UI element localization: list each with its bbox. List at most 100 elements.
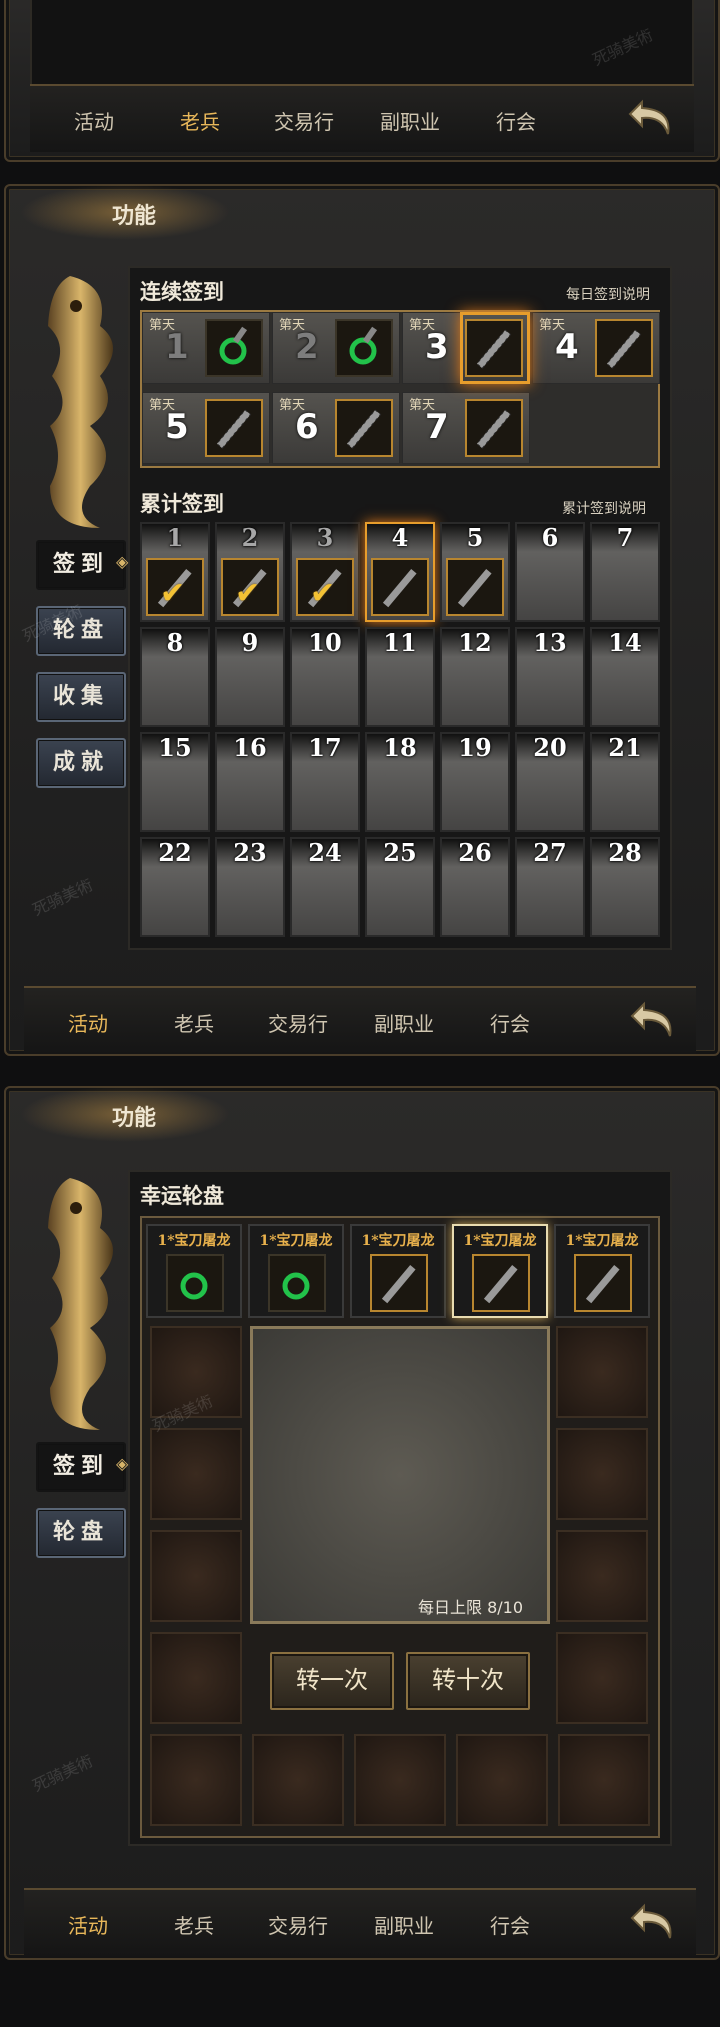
cumulative-day-cell[interactable]: 28 <box>590 837 660 937</box>
prize-label: 1*宝刀屠龙 <box>157 1233 231 1249</box>
day-number: 26 <box>442 839 508 867</box>
day-number: 18 <box>367 734 433 762</box>
tab-trading[interactable]: 交易行 <box>268 1910 328 1939</box>
cumulative-day-cell[interactable]: 15 <box>140 732 210 832</box>
streak-day-cell[interactable]: 第天 1 <box>142 312 270 384</box>
day-number: 14 <box>592 629 658 657</box>
streak-day-number: 2 <box>295 327 319 367</box>
streak-help-link[interactable]: 每日签到说明 <box>566 284 650 304</box>
tab-guild[interactable]: 行会 <box>496 106 536 135</box>
tab-guild[interactable]: 行会 <box>490 1008 530 1037</box>
cumulative-day-cell[interactable]: 8 <box>140 627 210 727</box>
streak-day-cell[interactable]: 第天 2 <box>272 312 400 384</box>
cumulative-day-cell[interactable]: 9 <box>215 627 285 727</box>
back-arrow-icon[interactable] <box>628 96 676 140</box>
side-button-collect[interactable]: 收集 <box>36 672 126 722</box>
prize-label: 1*宝刀屠龙 <box>361 1233 435 1249</box>
cumulative-day-cell[interactable]: 6 <box>515 522 585 622</box>
tab-trading[interactable]: 交易行 <box>268 1008 328 1037</box>
streak-day-number: 1 <box>165 327 189 367</box>
cumulative-day-cell[interactable]: 12 <box>440 627 510 727</box>
cumulative-day-cell[interactable]: 27 <box>515 837 585 937</box>
wheel-prize-slot: 1*宝刀屠龙 <box>452 1224 548 1318</box>
wheel-slot <box>456 1734 548 1826</box>
sword-icon <box>595 319 653 377</box>
streak-day-cell[interactable]: 第天 7 <box>402 392 530 464</box>
side-button-signin[interactable]: 签到 <box>36 540 126 590</box>
tab-activity[interactable]: 活动 <box>68 1008 108 1037</box>
day-number: 6 <box>517 524 583 552</box>
sword-icon <box>465 399 523 457</box>
wheel-slot <box>150 1632 242 1724</box>
cumulative-day-cell[interactable]: 26 <box>440 837 510 937</box>
cumulative-day-cell[interactable]: 1 ✔ <box>140 522 210 622</box>
day-number: 10 <box>292 629 358 657</box>
day-number: 4 <box>367 524 433 552</box>
back-arrow-icon[interactable] <box>630 1900 678 1944</box>
streak-day-number: 3 <box>425 327 449 367</box>
checkmark-icon: ✔ <box>160 576 186 611</box>
cumulative-day-cell[interactable]: 7 <box>590 522 660 622</box>
cumulative-day-cell[interactable]: 21 <box>590 732 660 832</box>
cumulative-day-cell[interactable]: 5 <box>440 522 510 622</box>
cumulative-day-cell[interactable]: 13 <box>515 627 585 727</box>
dragon-ornament-icon <box>48 276 113 528</box>
bottom-tab-bar: 活动 老兵 交易行 副职业 行会 <box>30 84 694 152</box>
day-number: 7 <box>592 524 658 552</box>
side-button-achievement[interactable]: 成就 <box>36 738 126 788</box>
cumulative-day-cell[interactable]: 19 <box>440 732 510 832</box>
cumulative-day-cell[interactable]: 4 <box>365 522 435 622</box>
cumulative-day-cell[interactable]: 24 <box>290 837 360 937</box>
streak-day-cell[interactable]: 第天 6 <box>272 392 400 464</box>
prize-label: 1*宝刀屠龙 <box>259 1233 333 1249</box>
wheel-center-panel <box>250 1326 550 1624</box>
cumulative-day-cell[interactable]: 17 <box>290 732 360 832</box>
cumulative-day-cell[interactable]: 23 <box>215 837 285 937</box>
day-number: 2 <box>217 524 283 552</box>
tab-veteran[interactable]: 老兵 <box>174 1910 214 1939</box>
sword-icon <box>205 399 263 457</box>
jade-ring-icon <box>268 1254 326 1312</box>
cumulative-day-cell[interactable]: 11 <box>365 627 435 727</box>
wheel-slot <box>252 1734 344 1826</box>
wheel-slot <box>354 1734 446 1826</box>
panel-title: 功能 <box>112 1106 157 1131</box>
wheel-slot <box>556 1428 648 1520</box>
cumulative-day-cell[interactable]: 20 <box>515 732 585 832</box>
tab-trading[interactable]: 交易行 <box>274 106 334 135</box>
spin-once-button[interactable]: 转一次 <box>270 1652 394 1710</box>
cumulative-day-cell[interactable]: 3 ✔ <box>290 522 360 622</box>
tab-profession[interactable]: 副职业 <box>380 106 440 135</box>
wheel-prize-slot: 1*宝刀屠龙 <box>554 1224 650 1318</box>
wheel-slot <box>558 1734 650 1826</box>
cumulative-day-cell[interactable]: 18 <box>365 732 435 832</box>
tab-veteran[interactable]: 老兵 <box>180 106 220 135</box>
cumulative-title: 累计签到 <box>140 492 224 516</box>
spin-ten-button[interactable]: 转十次 <box>406 1652 530 1710</box>
tab-profession[interactable]: 副职业 <box>374 1008 434 1037</box>
cumulative-day-cell[interactable]: 25 <box>365 837 435 937</box>
cumulative-day-cell[interactable]: 22 <box>140 837 210 937</box>
tab-veteran[interactable]: 老兵 <box>174 1008 214 1037</box>
back-arrow-icon[interactable] <box>630 998 678 1042</box>
tab-activity[interactable]: 活动 <box>74 106 114 135</box>
streak-day-cell[interactable]: 第天 4 <box>532 312 660 384</box>
wheel-slot <box>150 1428 242 1520</box>
day-number: 20 <box>517 734 583 762</box>
cumulative-help-link[interactable]: 累计签到说明 <box>562 498 646 518</box>
tab-activity[interactable]: 活动 <box>68 1910 108 1939</box>
cumulative-day-cell[interactable]: 2 ✔ <box>215 522 285 622</box>
tab-profession[interactable]: 副职业 <box>374 1910 434 1939</box>
wheel-prize-slot: 1*宝刀屠龙 <box>146 1224 242 1318</box>
streak-day-cell[interactable]: 第天 5 <box>142 392 270 464</box>
active-indicator-icon: ◈ <box>116 1454 129 1473</box>
cumulative-day-cell[interactable]: 16 <box>215 732 285 832</box>
sword-icon <box>574 1254 632 1312</box>
checkmark-icon: ✔ <box>235 576 261 611</box>
wheel-slot <box>150 1530 242 1622</box>
tab-guild[interactable]: 行会 <box>490 1910 530 1939</box>
cumulative-day-cell[interactable]: 14 <box>590 627 660 727</box>
side-button-wheel[interactable]: 轮盘 <box>36 1508 126 1558</box>
side-button-signin[interactable]: 签到 <box>36 1442 126 1492</box>
cumulative-day-cell[interactable]: 10 <box>290 627 360 727</box>
